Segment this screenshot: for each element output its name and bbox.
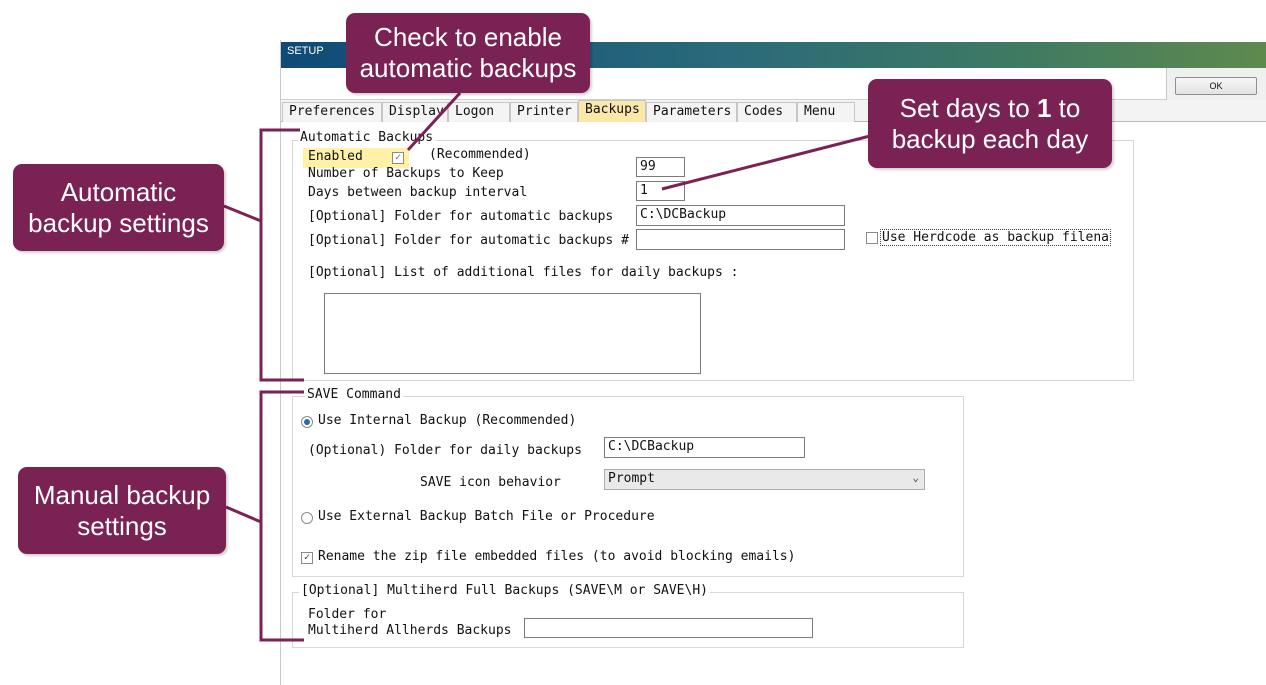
callout-enable: Check to enable automatic backups — [346, 13, 590, 93]
enable-arrow — [406, 91, 462, 152]
callout-days: Set days to 1 to backup each day — [868, 79, 1112, 168]
callout-days-post: to — [1051, 92, 1081, 123]
callout-automatic: Automatic backup settings — [13, 164, 224, 251]
callout-days-line2: backup each day — [891, 123, 1089, 154]
callout-automatic-line1: Automatic — [60, 176, 177, 207]
callout-enable-line1: Check to enable — [374, 22, 562, 52]
automatic-connector — [223, 204, 262, 223]
callout-manual-line1: Manual backup — [33, 479, 211, 510]
callout-days-pre: Set days to — [899, 92, 1037, 123]
manual-bracket — [259, 390, 304, 642]
days-arrow — [661, 134, 871, 191]
automatic-bracket — [259, 128, 304, 382]
callout-manual-line2: settings — [77, 510, 167, 541]
callout-days-bold: 1 — [1036, 92, 1052, 123]
callout-days-line1: Set days to 1 to — [900, 93, 1081, 124]
callout-automatic-line2: backup settings — [28, 207, 209, 238]
manual-connector — [225, 505, 262, 524]
callout-manual: Manual backup settings — [18, 467, 226, 554]
callout-enable-line2: automatic backups — [359, 53, 577, 83]
